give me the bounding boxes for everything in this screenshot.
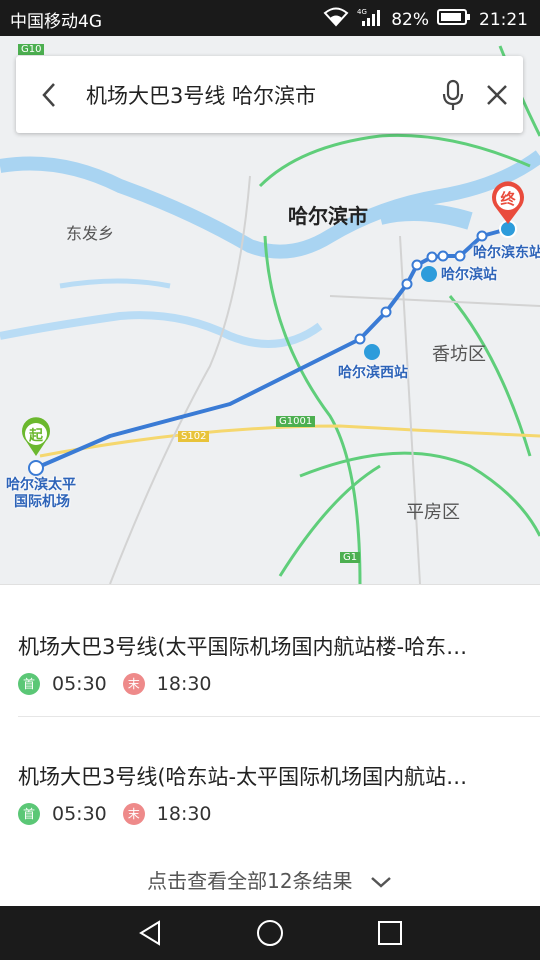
wifi-icon <box>323 7 349 32</box>
first-bus-time: 05:30 <box>52 673 107 695</box>
road-shield-s102: S102 <box>178 431 210 442</box>
station-label-west[interactable]: 哈尔滨西站 <box>338 362 408 382</box>
road-shield-g10: G10 <box>18 44 45 55</box>
battery-percent: 82% <box>391 9 429 30</box>
station-label-airport[interactable]: 哈尔滨太平 国际机场 <box>6 477 76 511</box>
first-bus-badge: 首 <box>18 803 40 825</box>
signal-icon: 4G <box>357 7 383 32</box>
search-query[interactable]: 机场大巴3号线 哈尔滨市 <box>86 80 316 110</box>
show-all-results-button[interactable]: 点击查看全部12条结果 <box>0 865 540 895</box>
nav-home-icon[interactable] <box>255 918 285 948</box>
first-bus-badge: 首 <box>18 673 40 695</box>
chevron-down-icon <box>369 871 393 895</box>
road-shield-g1: G1 <box>340 552 361 563</box>
end-marker-label: 终 <box>500 190 516 208</box>
carrier-label: 中国移动4G <box>10 12 102 32</box>
result-title: 机场大巴3号线(哈东站-太平国际机场国内航站… <box>18 765 468 789</box>
result-item[interactable]: 机场大巴3号线(太平国际机场国内航站楼-哈东… 首 05:30 末 18:30 <box>18 631 523 695</box>
west-station-icon <box>364 344 380 360</box>
microphone-icon[interactable] <box>438 78 468 112</box>
show-all-results-label: 点击查看全部12条结果 <box>147 869 353 893</box>
system-nav-bar <box>0 906 540 960</box>
result-times: 首 05:30 末 18:30 <box>18 673 523 695</box>
divider <box>18 716 540 717</box>
result-title: 机场大巴3号线(太平国际机场国内航站楼-哈东… <box>18 635 468 659</box>
area-label-xiangfang: 香坊区 <box>432 344 486 365</box>
nav-recents-icon[interactable] <box>375 918 405 948</box>
results-panel: 机场大巴3号线(太平国际机场国内航站楼-哈东… 首 05:30 末 18:30 … <box>0 584 540 906</box>
last-bus-badge: 末 <box>122 803 145 825</box>
main-station-icon <box>421 266 437 282</box>
city-label: 哈尔滨市 <box>288 204 368 228</box>
network-type-label: 4G <box>357 8 367 16</box>
nav-back-icon[interactable] <box>135 918 165 948</box>
station-label-east[interactable]: 哈尔滨东站 <box>473 242 540 262</box>
area-label-pingfang: 平房区 <box>406 502 460 523</box>
last-bus-time: 18:30 <box>156 673 212 695</box>
station-label-main[interactable]: 哈尔滨站 <box>441 264 497 284</box>
road-shield-g1001: G1001 <box>276 416 316 427</box>
station-label-airport-line1: 哈尔滨太平 <box>6 477 76 493</box>
result-item[interactable]: 机场大巴3号线(哈东站-太平国际机场国内航站… 首 05:30 末 18:30 <box>18 761 523 825</box>
back-icon[interactable] <box>36 80 64 110</box>
last-bus-badge: 末 <box>122 673 145 695</box>
result-times: 首 05:30 末 18:30 <box>18 803 523 825</box>
start-marker-label: 起 <box>28 427 44 444</box>
battery-icon <box>437 8 471 31</box>
clock: 21:21 <box>479 9 528 30</box>
last-bus-time: 18:30 <box>156 803 212 825</box>
close-icon[interactable] <box>482 80 512 110</box>
search-bar[interactable]: 机场大巴3号线 哈尔滨市 <box>16 56 523 133</box>
station-label-airport-line2: 国际机场 <box>14 494 70 510</box>
status-bar: 中国移动4G 4G 82% 21:21 <box>0 0 540 36</box>
first-bus-time: 05:30 <box>52 803 107 825</box>
area-label-dongfa: 东发乡 <box>66 224 115 243</box>
airport-icon <box>28 460 44 476</box>
